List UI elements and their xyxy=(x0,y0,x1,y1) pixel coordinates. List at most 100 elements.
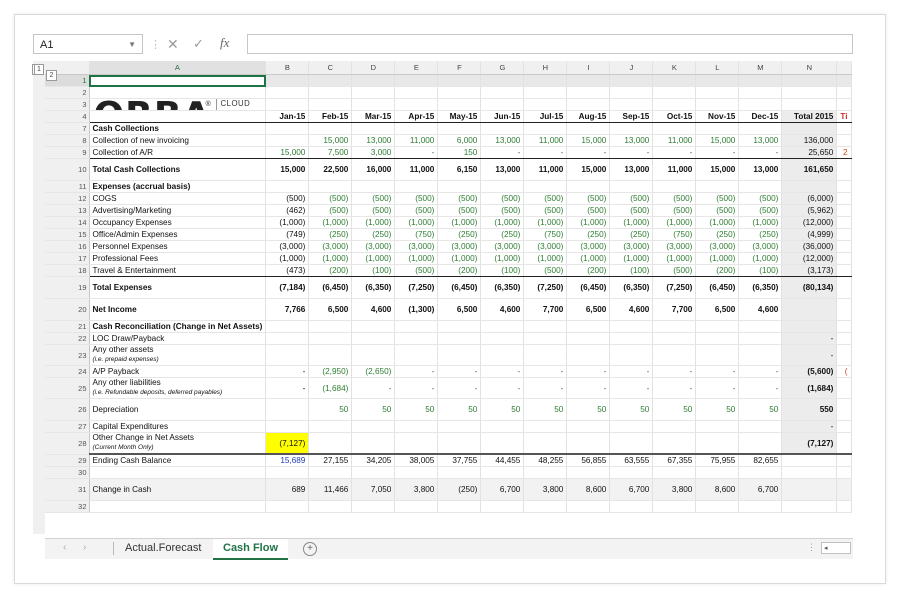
cell[interactable]: 2 xyxy=(836,146,852,159)
cell[interactable]: (500) xyxy=(738,204,783,217)
cell[interactable] xyxy=(566,180,611,193)
cell[interactable] xyxy=(265,344,310,366)
cell[interactable] xyxy=(480,98,525,111)
cell[interactable]: 11,000 xyxy=(523,158,568,181)
cell[interactable] xyxy=(652,98,697,111)
cell[interactable] xyxy=(836,398,852,421)
column-header[interactable]: E xyxy=(394,61,439,75)
cell[interactable] xyxy=(695,74,740,87)
cell[interactable] xyxy=(738,466,783,479)
row-header[interactable]: 25 xyxy=(45,377,90,399)
cell[interactable] xyxy=(609,180,654,193)
cell[interactable] xyxy=(437,332,482,345)
cell[interactable] xyxy=(480,500,525,513)
cell[interactable]: 67,355 xyxy=(652,453,697,467)
cell[interactable] xyxy=(836,453,852,467)
cell[interactable] xyxy=(695,332,740,345)
cell[interactable] xyxy=(308,74,353,87)
cell[interactable] xyxy=(523,98,568,111)
cell[interactable] xyxy=(836,192,852,205)
cell[interactable] xyxy=(781,98,838,111)
prev-sheet-icon[interactable]: ‹ xyxy=(63,542,66,553)
total-header[interactable]: Total 2015 xyxy=(781,110,838,123)
column-header[interactable]: B xyxy=(265,61,310,75)
section-title[interactable]: Cash Collections xyxy=(89,122,267,135)
month-header[interactable]: Sep-15 xyxy=(609,110,654,123)
cell[interactable]: 13,000 xyxy=(480,134,525,147)
cell[interactable] xyxy=(351,466,396,479)
cell[interactable] xyxy=(566,432,611,455)
cell[interactable]: (500) xyxy=(695,204,740,217)
cell[interactable]: - xyxy=(609,365,654,378)
cell[interactable]: (1,000) xyxy=(738,216,783,229)
total-cell[interactable]: (12,000) xyxy=(781,216,838,229)
cell[interactable]: 3,800 xyxy=(523,478,568,501)
cell[interactable]: 16,000 xyxy=(351,158,396,181)
cell[interactable]: (500) xyxy=(523,264,568,277)
cell[interactable] xyxy=(351,180,396,193)
cell[interactable]: 13,000 xyxy=(609,158,654,181)
cell[interactable]: - xyxy=(652,365,697,378)
cell[interactable] xyxy=(609,320,654,333)
cell[interactable]: - xyxy=(738,146,783,159)
cell[interactable] xyxy=(738,332,783,345)
cell[interactable]: - xyxy=(609,377,654,399)
cell[interactable] xyxy=(609,420,654,433)
cell[interactable] xyxy=(836,332,852,345)
cell[interactable] xyxy=(394,86,439,99)
cell[interactable]: (7,184) xyxy=(265,276,310,299)
cell[interactable] xyxy=(781,180,838,193)
cell[interactable] xyxy=(652,332,697,345)
cell[interactable] xyxy=(738,122,783,135)
cell[interactable] xyxy=(480,332,525,345)
row-header[interactable]: 15 xyxy=(45,228,90,241)
cell[interactable] xyxy=(836,158,852,181)
cell[interactable] xyxy=(738,98,783,111)
row-header[interactable]: 28 xyxy=(45,432,90,455)
cell[interactable]: (6,450) xyxy=(308,276,353,299)
cell[interactable]: 82,655 xyxy=(738,453,783,467)
cell[interactable]: 4,600 xyxy=(351,298,396,321)
cell[interactable] xyxy=(308,332,353,345)
row-header[interactable]: 12 xyxy=(45,192,90,205)
total-cell[interactable]: - xyxy=(781,420,838,433)
cell[interactable] xyxy=(695,180,740,193)
cell[interactable] xyxy=(394,74,439,87)
cell[interactable] xyxy=(523,332,568,345)
next-sheet-icon[interactable]: › xyxy=(83,542,86,553)
cell[interactable]: 7,766 xyxy=(265,298,310,321)
cell[interactable] xyxy=(437,98,482,111)
cell[interactable]: 3,800 xyxy=(652,478,697,501)
cell[interactable]: 7,050 xyxy=(351,478,396,501)
cell[interactable]: 50 xyxy=(566,398,611,421)
chevron-down-icon[interactable]: ▼ xyxy=(128,35,136,55)
cell[interactable]: ( xyxy=(836,365,852,378)
cell[interactable]: (200) xyxy=(566,264,611,277)
cell[interactable]: - xyxy=(652,146,697,159)
row-label[interactable]: Total Cash Collections xyxy=(89,158,267,181)
cell[interactable]: - xyxy=(695,365,740,378)
cell[interactable]: (2,650) xyxy=(351,365,396,378)
cell[interactable]: 15,000 xyxy=(265,146,310,159)
cell[interactable]: (6,350) xyxy=(609,276,654,299)
row-header[interactable]: 2 xyxy=(45,86,90,99)
cell[interactable]: (500) xyxy=(308,204,353,217)
cell[interactable] xyxy=(480,420,525,433)
cell[interactable] xyxy=(394,98,439,111)
row-label[interactable]: Any other assets (i.e. prepaid expenses) xyxy=(89,344,267,366)
cell[interactable] xyxy=(738,74,783,87)
row-header[interactable]: 7 xyxy=(45,122,90,135)
cell[interactable] xyxy=(437,500,482,513)
cell[interactable] xyxy=(836,252,852,265)
cell[interactable]: 11,466 xyxy=(308,478,353,501)
row-label[interactable]: Capital Expenditures xyxy=(89,420,267,433)
row-label[interactable]: Personnel Expenses xyxy=(89,240,267,253)
row-label[interactable]: COGS xyxy=(89,192,267,205)
total-cell[interactable]: 550 xyxy=(781,398,838,421)
row-label[interactable]: Collection of A/R xyxy=(89,146,267,159)
cell[interactable] xyxy=(609,332,654,345)
column-header[interactable]: N xyxy=(781,61,838,75)
cell[interactable] xyxy=(480,432,525,455)
row-header[interactable]: 14 xyxy=(45,216,90,229)
cell[interactable] xyxy=(738,500,783,513)
